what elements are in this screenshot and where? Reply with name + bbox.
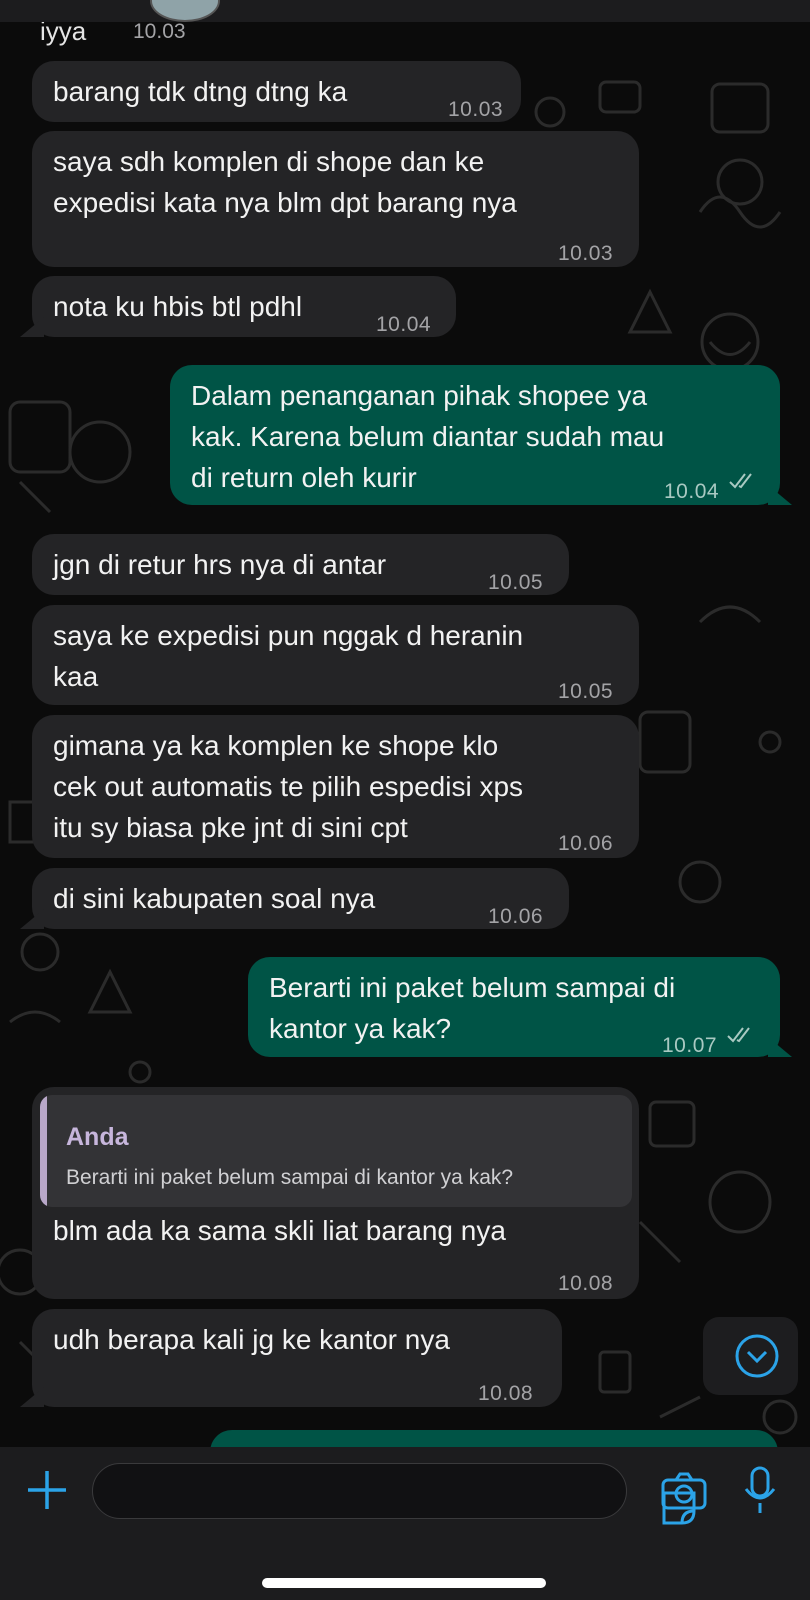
message-text: saya sdh komplen di shope dan ke expedis… — [53, 146, 517, 218]
home-indicator[interactable] — [262, 1578, 546, 1588]
message-time: 10.04 — [664, 480, 720, 503]
chat-area[interactable]: iyya 10.03 barang tdk dtng dtng ka 10.03… — [0, 22, 810, 1447]
message-text: nota ku hbis btl pdhl — [53, 291, 303, 322]
message-text: Dalam penanganan pihak shopee ya kak. Ka… — [191, 380, 665, 493]
input-bar — [0, 1447, 810, 1600]
message-time: 10.05 — [488, 571, 544, 594]
message-text: jgn di retur hrs nya di antar — [53, 549, 387, 580]
incoming-message[interactable]: saya ke expedisi pun nggak d heranin kaa… — [32, 605, 639, 705]
message-text: gimana ya ka komplen ke shope klo cek ou… — [53, 730, 524, 843]
message-time: 10.04 — [376, 313, 432, 336]
message-time: 10.06 — [488, 905, 544, 928]
message-time: 10.03 — [133, 22, 186, 43]
message-time: 10.03 — [558, 242, 614, 265]
outgoing-message[interactable]: Dalam penanganan pihak shopee ya kak. Ka… — [170, 365, 780, 505]
top-bar — [0, 0, 810, 22]
message-time: 10.05 — [558, 680, 614, 703]
plus-icon[interactable] — [24, 1467, 70, 1513]
camera-icon[interactable] — [660, 1471, 708, 1511]
chevron-down-circle-icon — [735, 1334, 779, 1378]
message-time: 10.06 — [558, 832, 614, 855]
message-time: 10.08 — [558, 1272, 614, 1295]
incoming-message[interactable]: udh berapa kali jg ke kantor nya 10.08 — [32, 1309, 562, 1407]
incoming-message[interactable]: gimana ya ka komplen ke shope klo cek ou… — [32, 715, 639, 858]
message-time: 10.07 — [662, 1034, 718, 1057]
message-time: 10.03 — [448, 98, 504, 121]
message-text: saya ke expedisi pun nggak d heranin kaa — [53, 620, 524, 692]
message-input[interactable] — [92, 1463, 696, 1525]
partial-sender-label: iyya — [40, 22, 87, 46]
outgoing-message[interactable]: Berarti ini paket belum sampai di kantor… — [248, 957, 780, 1057]
message-time: 10.08 — [478, 1382, 534, 1405]
quote-bar — [40, 1095, 47, 1207]
message-text: blm ada ka sama skli liat barang nya — [53, 1215, 506, 1246]
message-text: udh berapa kali jg ke kantor nya — [53, 1324, 450, 1355]
read-receipt-icon — [729, 473, 752, 489]
incoming-message[interactable]: di sini kabupaten soal nya 10.06 — [32, 868, 569, 929]
partial-previous-message: iyya 10.03 — [40, 22, 186, 47]
scroll-to-bottom-button[interactable] — [703, 1317, 798, 1395]
microphone-icon[interactable] — [742, 1465, 778, 1515]
quoted-text: Berarti ini paket belum sampai di kantor… — [66, 1166, 514, 1189]
avatar[interactable] — [150, 0, 220, 22]
message-text: di sini kabupaten soal nya — [53, 883, 376, 914]
incoming-message[interactable]: jgn di retur hrs nya di antar 10.05 — [32, 534, 569, 595]
quoted-message[interactable]: Anda Berarti ini paket belum sampai di k… — [40, 1095, 632, 1207]
message-text: barang tdk dtng dtng ka — [53, 76, 348, 107]
incoming-message[interactable]: barang tdk dtng dtng ka 10.03 — [32, 61, 521, 122]
incoming-reply-message[interactable]: Anda Berarti ini paket belum sampai di k… — [32, 1087, 639, 1299]
quoted-author: Anda — [66, 1123, 129, 1151]
incoming-message[interactable]: nota ku hbis btl pdhl 10.04 — [32, 276, 456, 337]
message-text: Berarti ini paket belum sampai di kantor… — [269, 972, 676, 1044]
read-receipt-icon — [727, 1027, 750, 1043]
incoming-message[interactable]: saya sdh komplen di shope dan ke expedis… — [32, 131, 639, 267]
